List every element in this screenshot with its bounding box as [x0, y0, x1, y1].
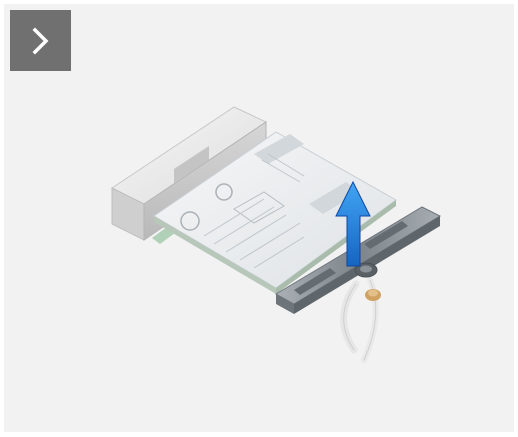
step-illustration-panel [4, 4, 514, 432]
antenna-cables [340, 277, 381, 363]
wireless-card-diagram [111, 106, 442, 363]
